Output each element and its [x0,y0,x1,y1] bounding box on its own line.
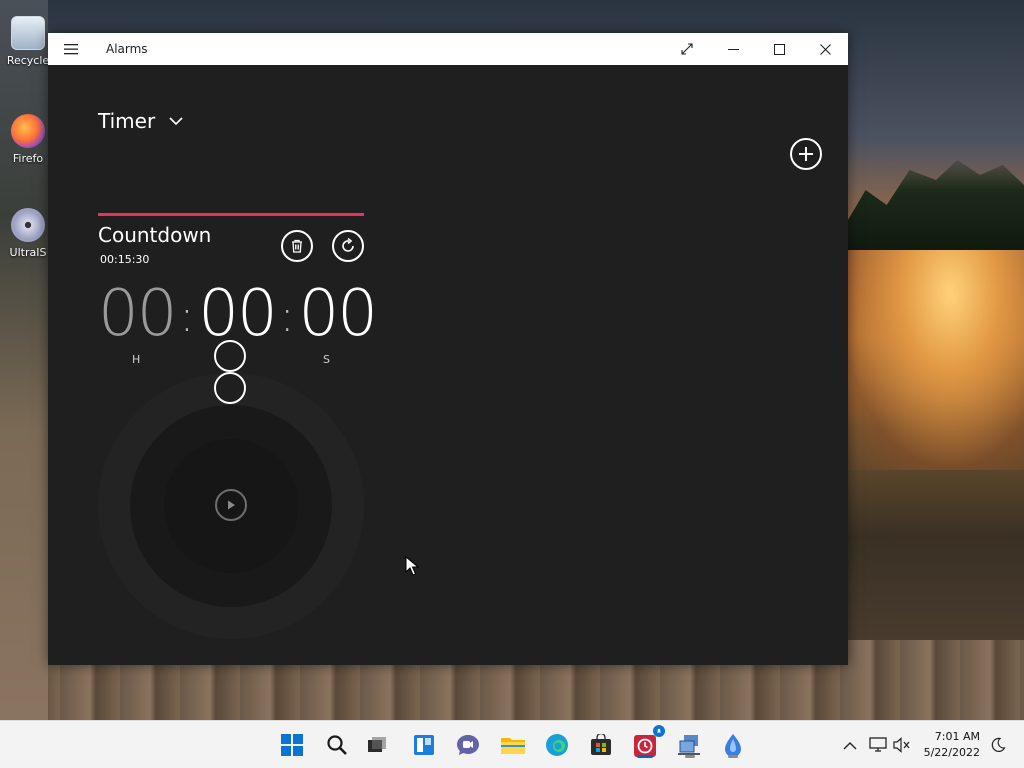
timer-hours: 00 [98,277,177,351]
edge-icon [546,734,568,756]
timer-separator: : [179,291,195,342]
file-explorer-icon [501,738,525,754]
window-title: Alarms [106,42,148,56]
desktop-icon-label: Firefo [12,152,44,165]
hamburger-icon [64,44,78,55]
delete-timer-button[interactable] [281,230,313,262]
start-button[interactable] [276,729,308,761]
close-button[interactable] [802,33,848,65]
wallpaper-trees [848,160,1024,250]
ring-handle[interactable] [214,372,246,404]
minimize-icon [727,48,739,50]
system-clock[interactable]: 7:01 AM 5/22/2022 [924,729,980,761]
search-button[interactable] [321,729,353,761]
focus-assist-button[interactable] [982,729,1014,761]
recycle-bin-icon [11,16,45,50]
volume-button[interactable] [886,729,918,761]
reset-icon [342,238,354,252]
start-timer-button[interactable] [215,489,247,521]
reset-timer-button[interactable] [332,230,364,262]
network-icon [869,737,887,752]
active-app-indicator [637,755,653,758]
timer-name: Countdown [98,223,212,247]
desktop-icon-label: Recycle [6,54,50,67]
store-icon [591,734,611,755]
desktop-icon-firefox[interactable]: Firefo [4,114,52,165]
expand-icon [681,43,693,55]
firefox-icon [11,114,45,148]
chevron-down-icon [169,116,183,125]
task-view-icon [368,737,386,752]
search-icon [327,735,347,755]
chat-button[interactable] [452,729,484,761]
page-title-dropdown[interactable]: Timer [98,109,183,133]
chat-icon [457,735,479,755]
maximize-button[interactable] [756,33,802,65]
network-app-icon [678,735,700,755]
title-bar[interactable]: Alarms [48,33,848,65]
clock-time: 7:01 AM [934,730,980,743]
file-explorer-button[interactable] [497,729,529,761]
timer-duration: 00:15:30 [100,253,150,266]
wallpaper-left-strip [0,0,48,720]
network-app-button[interactable] [674,729,706,761]
widgets-icon [414,735,434,755]
compact-overlay-button[interactable] [664,33,710,65]
timer-minutes: 00 [198,277,277,351]
mouse-cursor-icon [405,556,419,576]
moon-icon [991,737,1006,752]
unit-seconds-label: S [323,353,330,366]
clock-date: 5/22/2022 [923,746,980,759]
timer-card[interactable]: Countdown 00:15:30 00 : 00 : 00 H M S [98,213,378,366]
close-icon [819,43,831,55]
start-icon [281,734,303,756]
add-icon [799,147,813,161]
app-button[interactable] [717,729,749,761]
notification-badge-icon [653,725,665,737]
trash-icon [292,239,302,253]
timer-separator: : [279,291,295,342]
desktop-icon-ultraiso[interactable]: UltraIS [4,208,52,259]
play-icon [228,500,235,510]
wallpaper-sunset [840,250,1024,470]
desktop-icon-label: UltraIS [9,246,47,259]
alarms-taskbar-button[interactable] [629,725,665,761]
unit-hours-label: H [132,353,141,366]
chevron-up-icon [843,741,857,749]
running-app-indicator [728,755,738,758]
timer-progress-bar [98,213,364,216]
add-timer-button[interactable] [790,138,822,170]
timer-display: 00 : 00 : 00 [98,277,378,351]
widgets-button[interactable] [408,729,440,761]
maximize-icon [773,43,785,55]
taskbar: 7:01 AM 5/22/2022 [0,720,1024,768]
edge-button[interactable] [541,729,573,761]
timer-seconds: 00 [298,277,378,351]
minimize-button[interactable] [710,33,756,65]
menu-button[interactable] [48,33,94,65]
running-app-indicator [685,755,695,758]
ring-handle-top[interactable] [214,340,246,372]
task-view-button[interactable] [362,729,394,761]
page-title: Timer [98,109,156,133]
app-icon [725,734,741,757]
store-button[interactable] [585,729,617,761]
volume-muted-icon [893,737,910,753]
desktop-icon-recycle-bin[interactable]: Recycle [4,16,52,67]
ultraiso-icon [11,208,45,242]
